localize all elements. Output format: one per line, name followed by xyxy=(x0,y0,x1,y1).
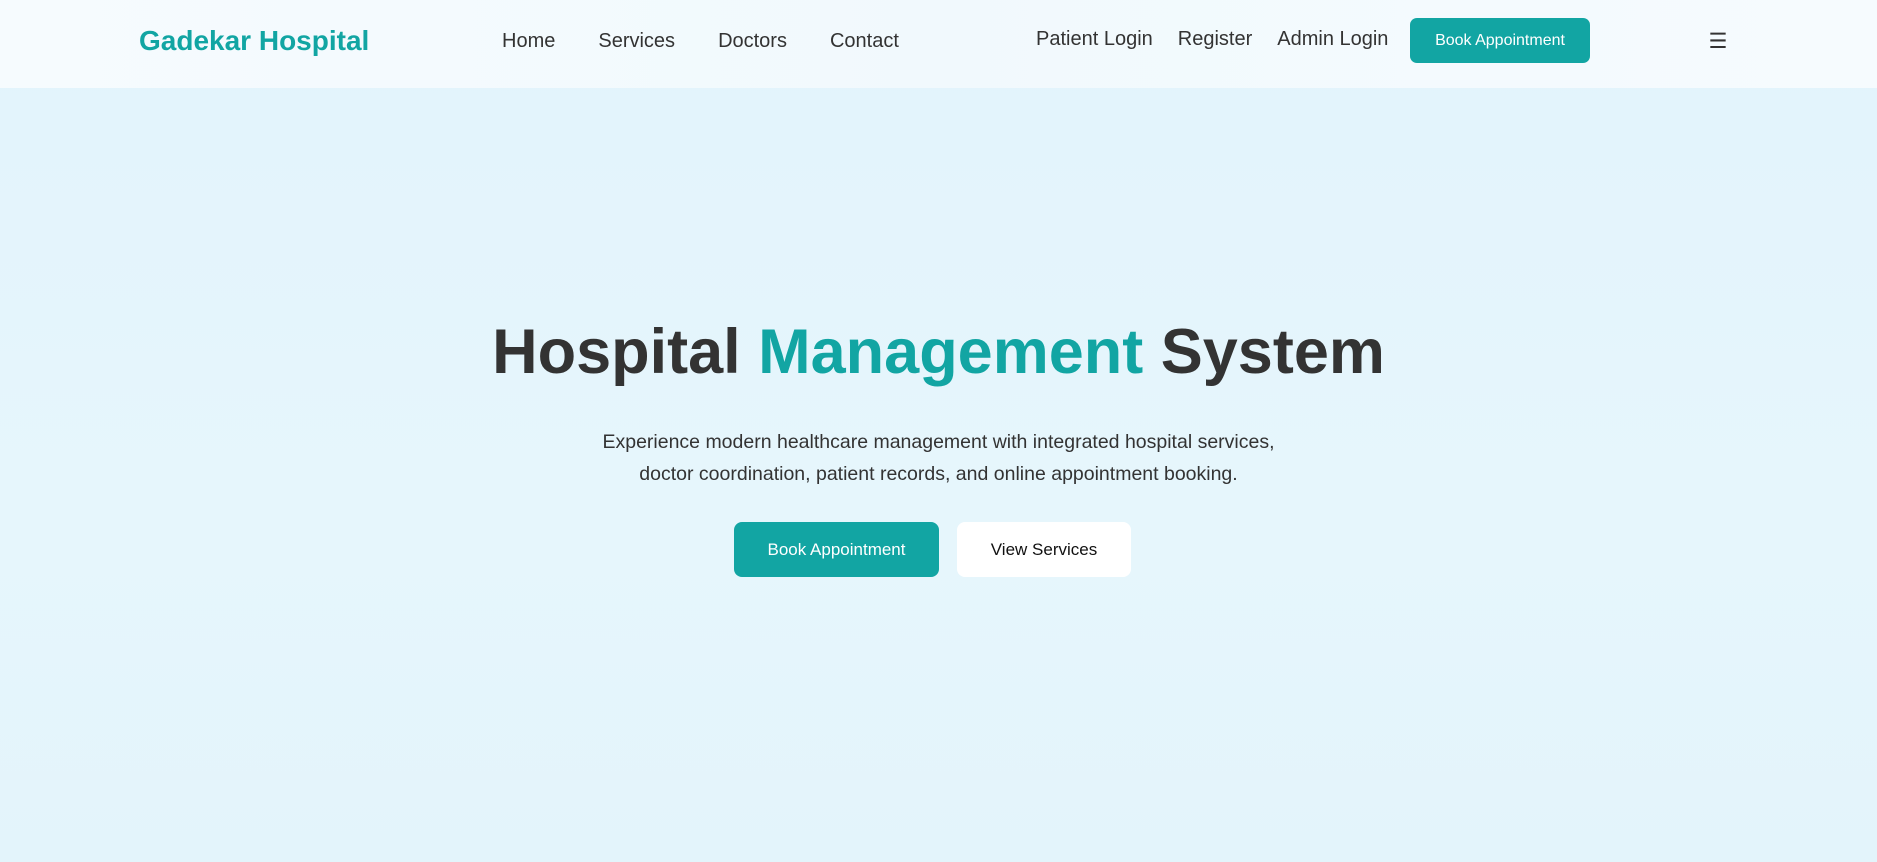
patient-login-link[interactable]: Patient Login xyxy=(1036,27,1153,51)
hero-title-part2: System xyxy=(1143,317,1385,387)
hero-title: Hospital Management System xyxy=(0,316,1877,388)
brand-logo[interactable]: Gadekar Hospital xyxy=(139,24,369,58)
auth-links: Patient Login Register Admin Login xyxy=(1036,27,1388,51)
hero-title-accent: Management xyxy=(758,317,1144,387)
hamburger-icon[interactable]: ☰ xyxy=(1706,26,1730,56)
hero-title-part1: Hospital xyxy=(492,317,759,387)
nav-contact[interactable]: Contact xyxy=(830,29,899,53)
main-nav: Home Services Doctors Contact xyxy=(502,29,942,53)
site-header: Gadekar Hospital Home Services Doctors C… xyxy=(0,0,1877,88)
hero-description-line1: Experience modern healthcare management … xyxy=(602,431,1275,453)
nav-home[interactable]: Home xyxy=(502,29,555,53)
hero-description: Experience modern healthcare management … xyxy=(0,426,1877,490)
hero-description-line2: doctor coordination, patient records, an… xyxy=(639,463,1238,485)
admin-login-link[interactable]: Admin Login xyxy=(1277,27,1388,51)
view-services-button[interactable]: View Services xyxy=(957,522,1131,577)
nav-services[interactable]: Services xyxy=(598,29,675,53)
header-book-appointment-button[interactable]: Book Appointment xyxy=(1410,18,1590,63)
hero-book-appointment-button[interactable]: Book Appointment xyxy=(734,522,939,577)
register-link[interactable]: Register xyxy=(1178,27,1252,51)
nav-doctors[interactable]: Doctors xyxy=(718,29,787,53)
